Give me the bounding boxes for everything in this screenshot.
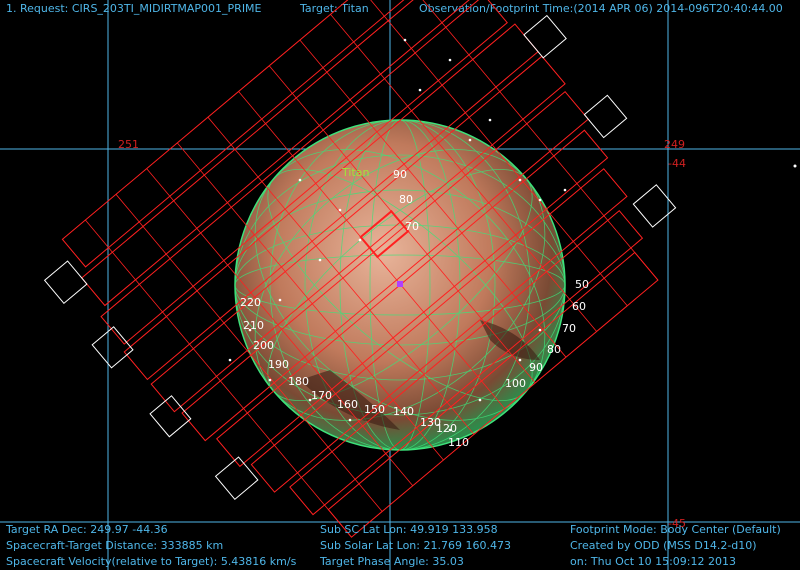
longitude-label: 210: [243, 319, 264, 332]
longitude-label: 70: [405, 220, 419, 233]
longitude-label: 170: [311, 389, 332, 402]
longitude-label: 80: [399, 193, 413, 206]
spacecraft-target-distance: Spacecraft-Target Distance: 333885 km: [6, 539, 224, 552]
subpoint-marker: [397, 281, 403, 287]
longitude-label: 190: [268, 358, 289, 371]
longitude-label: 70: [562, 322, 576, 335]
created-on: on: Thu Oct 10 15:09:12 2013: [570, 555, 736, 568]
target-ra-dec: Target RA Dec: 249.97 -44.36: [6, 523, 168, 536]
longitude-label: 100: [505, 377, 526, 390]
dec-label-top: -44: [668, 157, 686, 170]
sub-sc-lat-lon: Sub SC Lat Lon: 49.919 133.958: [320, 523, 498, 536]
longitude-label: 50: [575, 278, 589, 291]
longitude-label: 60: [572, 300, 586, 313]
ra-label-right: 249: [664, 138, 685, 151]
longitude-label: 160: [337, 398, 358, 411]
spacecraft-velocity: Spacecraft Velocity(relative to Target):…: [6, 555, 297, 568]
sub-solar-lat-lon: Sub Solar Lat Lon: 21.769 160.473: [320, 539, 511, 552]
longitude-label: 200: [253, 339, 274, 352]
longitude-label: 90: [529, 361, 543, 374]
longitude-label: 120: [436, 422, 457, 435]
target-body-label: Titan: [342, 166, 370, 179]
longitude-label: 90: [393, 168, 407, 181]
longitude-label: 180: [288, 375, 309, 388]
longitude-label: 80: [547, 343, 561, 356]
longitude-label: 150: [364, 403, 385, 416]
created-by: Created by ODD (MSS D14.2-d10): [570, 539, 757, 552]
footprint-plot[interactable]: [0, 0, 800, 570]
ra-label-left: 251: [118, 138, 139, 151]
longitude-label: 220: [240, 296, 261, 309]
longitude-label: 140: [393, 405, 414, 418]
footprint-mode: Footprint Mode: Body Center (Default): [570, 523, 781, 536]
target-phase-angle: Target Phase Angle: 35.03: [320, 555, 464, 568]
longitude-label: 110: [448, 436, 469, 449]
